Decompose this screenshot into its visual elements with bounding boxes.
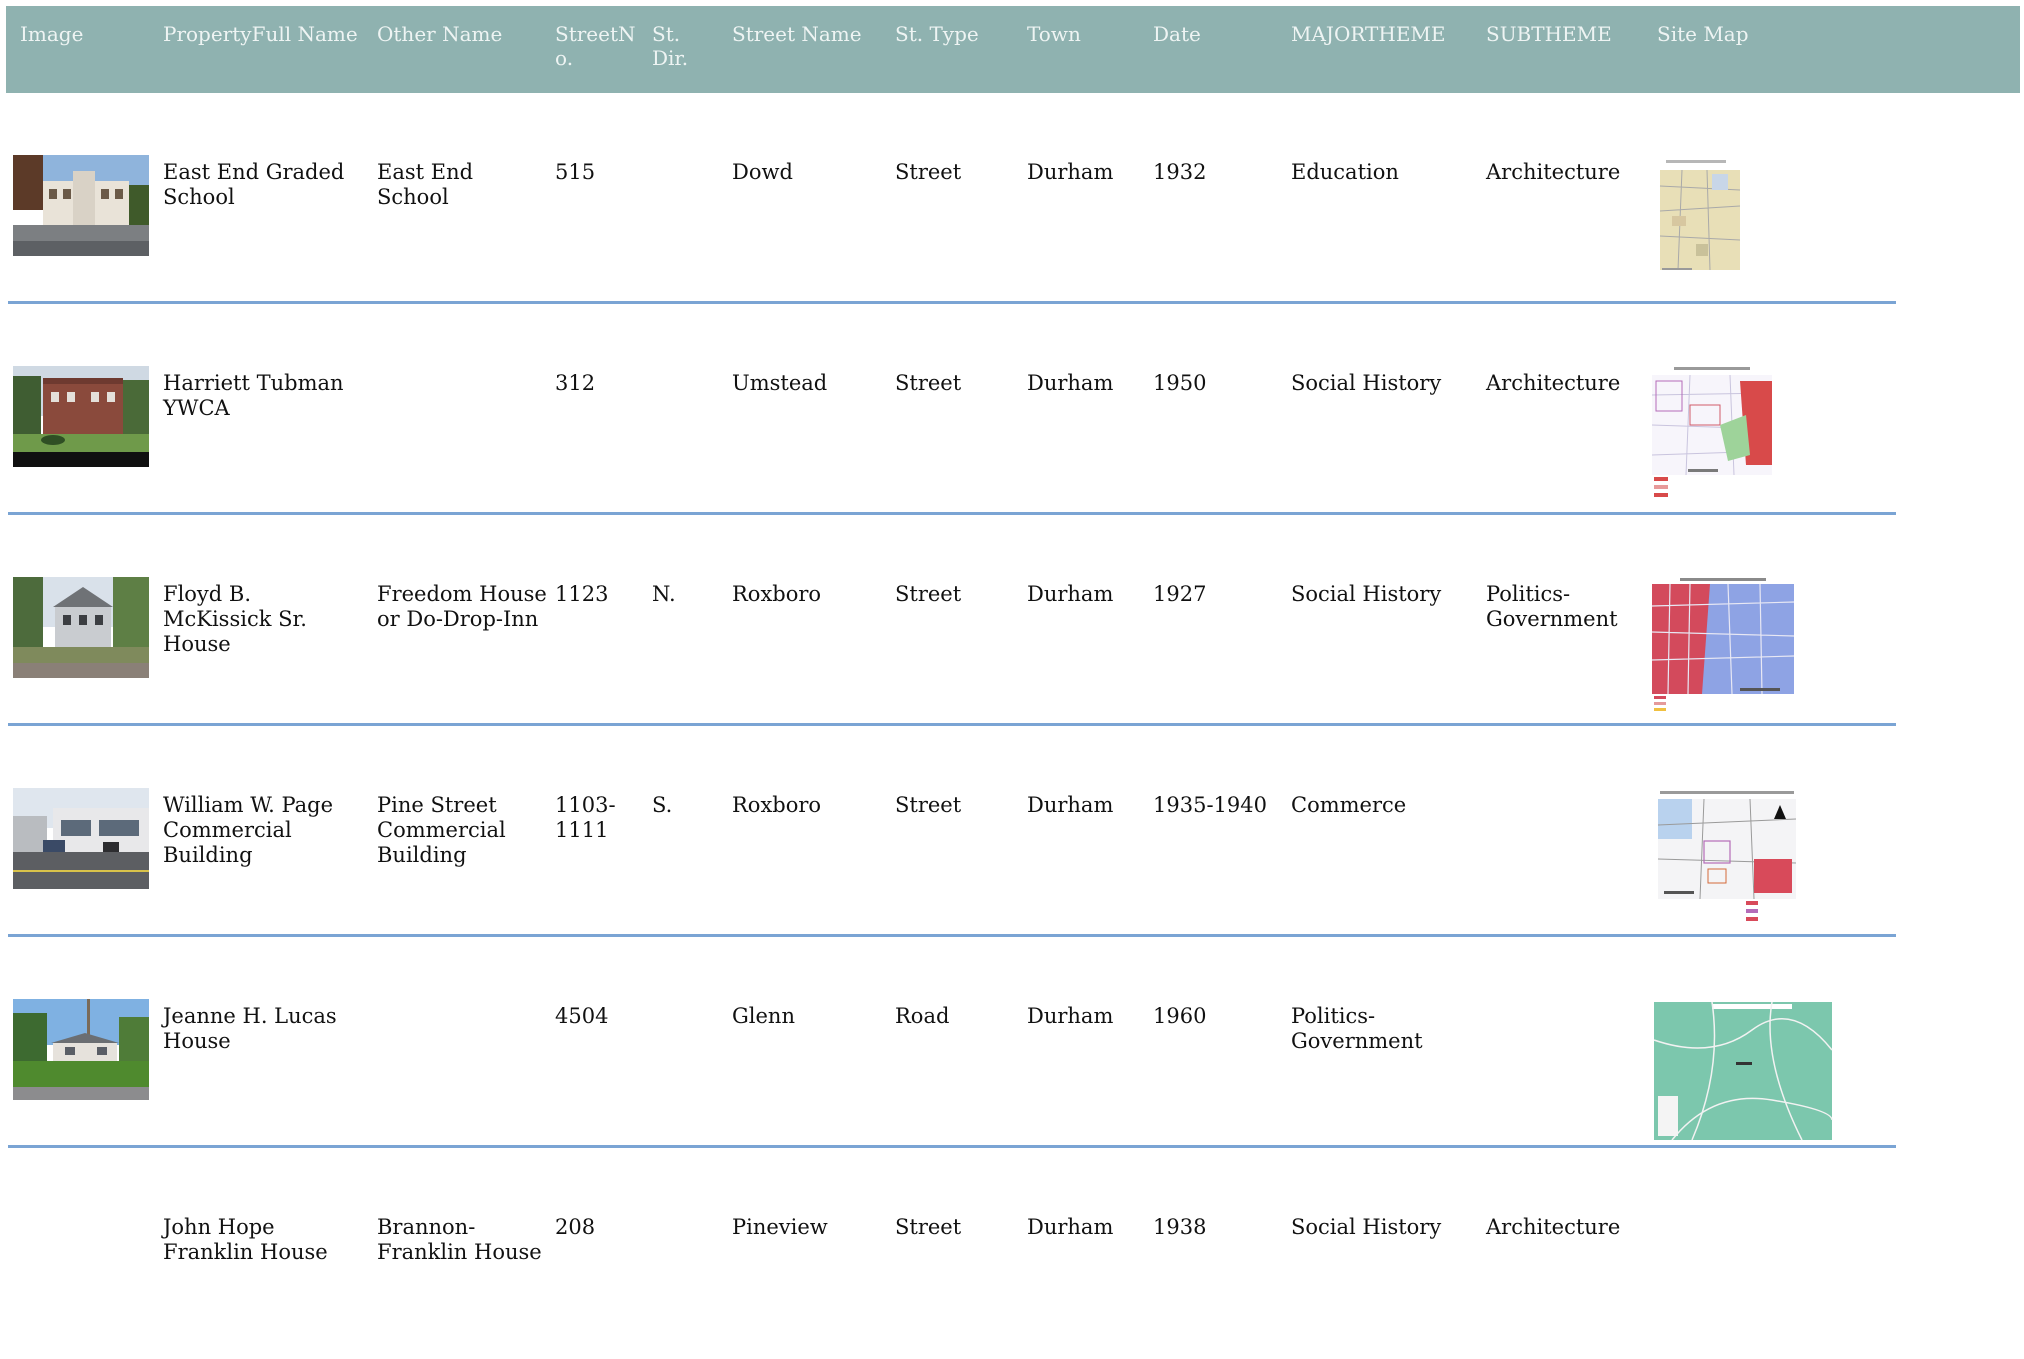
town: Durham: [1027, 582, 1114, 606]
street-name: Glenn: [732, 1004, 795, 1028]
site-map-thumbnail[interactable]: [1654, 789, 1800, 927]
street-number: 312: [555, 371, 596, 395]
row-divider: [8, 301, 1896, 304]
street-type: Street: [895, 582, 962, 606]
date: 1935-1940: [1153, 793, 1267, 817]
row-divider: [8, 1145, 1896, 1148]
property-full-name: Jeanne H. Lucas House: [163, 1004, 337, 1053]
street-name: Umstead: [732, 371, 828, 395]
table-row: John Hope Franklin House Brannon-Frankli…: [8, 1149, 1896, 1359]
table-header: Image PropertyFull Name Other Name Stree…: [6, 6, 2020, 93]
property-photo[interactable]: [13, 366, 149, 467]
property-full-name: East End Graded School: [163, 160, 345, 209]
column-header-town: Town: [1027, 22, 1081, 46]
sub-theme: Architecture: [1486, 1215, 1621, 1239]
column-header-majortheme: MAJORTHEME: [1291, 22, 1446, 46]
site-map-thumbnail[interactable]: [1652, 156, 1742, 276]
table-row: William W. Page Commercial Building Pine…: [8, 727, 1896, 937]
date: 1932: [1153, 160, 1207, 184]
property-photo[interactable]: [13, 788, 149, 889]
column-header-street-dir: St. Dir.: [652, 22, 689, 70]
major-theme: Commerce: [1291, 793, 1407, 817]
column-header-subtheme: SUBTHEME: [1486, 22, 1612, 46]
column-header-street-name: Street Name: [732, 22, 862, 46]
property-full-name: John Hope Franklin House: [163, 1215, 328, 1264]
street-type: Street: [895, 160, 962, 184]
street-name: Roxboro: [732, 793, 822, 817]
street-type: Street: [895, 793, 962, 817]
row-divider: [8, 512, 1896, 515]
column-header-date: Date: [1153, 22, 1201, 46]
street-type: Street: [895, 1215, 962, 1239]
property-full-name: Floyd B. McKissick Sr. House: [163, 582, 307, 656]
column-header-property-name: PropertyFull Name: [163, 22, 358, 46]
table-row: Floyd B. McKissick Sr. House Freedom Hou…: [8, 516, 1896, 726]
town: Durham: [1027, 1215, 1114, 1239]
major-theme: Social History: [1291, 582, 1442, 606]
street-number: 4504: [555, 1004, 609, 1028]
row-divider: [8, 723, 1896, 726]
property-full-name: Harriett Tubman YWCA: [163, 371, 344, 420]
major-theme: Social History: [1291, 1215, 1442, 1239]
property-photo[interactable]: [13, 577, 149, 678]
sub-theme: Architecture: [1486, 160, 1621, 184]
column-header-site-map: Site Map: [1657, 22, 1749, 46]
other-name: Pine Street Commercial Building: [377, 793, 506, 867]
street-name: Pineview: [732, 1215, 828, 1239]
street-direction: N.: [652, 582, 676, 606]
table-row: Jeanne H. Lucas House 4504 Glenn Road Du…: [8, 938, 1896, 1148]
street-number: 208: [555, 1215, 596, 1239]
street-type: Street: [895, 371, 962, 395]
other-name: Brannon-Franklin House: [377, 1215, 542, 1264]
other-name: Freedom House or Do-Drop-Inn: [377, 582, 547, 631]
date: 1950: [1153, 371, 1207, 395]
street-name: Roxboro: [732, 582, 822, 606]
date: 1927: [1153, 582, 1207, 606]
major-theme: Education: [1291, 160, 1399, 184]
sub-theme: Politics-Government: [1486, 582, 1618, 631]
street-number: 515: [555, 160, 596, 184]
town: Durham: [1027, 371, 1114, 395]
street-direction: S.: [652, 793, 673, 817]
column-header-other-name: Other Name: [377, 22, 503, 46]
town: Durham: [1027, 160, 1114, 184]
town: Durham: [1027, 1004, 1114, 1028]
site-map-thumbnail[interactable]: [1652, 1000, 1834, 1142]
street-name: Dowd: [732, 160, 793, 184]
date: 1938: [1153, 1215, 1207, 1239]
street-type: Road: [895, 1004, 950, 1028]
property-photo[interactable]: [13, 155, 149, 256]
major-theme: Politics-Government: [1291, 1004, 1423, 1053]
property-photo[interactable]: [13, 999, 149, 1100]
column-header-image: Image: [20, 22, 84, 46]
street-number: 1103-1111: [555, 793, 616, 842]
property-full-name: William W. Page Commercial Building: [163, 793, 334, 867]
major-theme: Social History: [1291, 371, 1442, 395]
sub-theme: Architecture: [1486, 371, 1621, 395]
row-divider: [8, 934, 1896, 937]
street-number: 1123: [555, 582, 609, 606]
date: 1960: [1153, 1004, 1207, 1028]
site-map-thumbnail[interactable]: [1650, 576, 1796, 716]
column-header-street-type: St. Type: [895, 22, 979, 46]
site-map-thumbnail[interactable]: [1650, 365, 1774, 505]
town: Durham: [1027, 793, 1114, 817]
other-name: East End School: [377, 160, 474, 209]
table-row: Harriett Tubman YWCA 312 Umstead Street …: [8, 305, 1896, 515]
table-row: East End Graded School East End School 5…: [8, 94, 1896, 304]
column-header-street-no: StreetNo.: [555, 22, 636, 70]
